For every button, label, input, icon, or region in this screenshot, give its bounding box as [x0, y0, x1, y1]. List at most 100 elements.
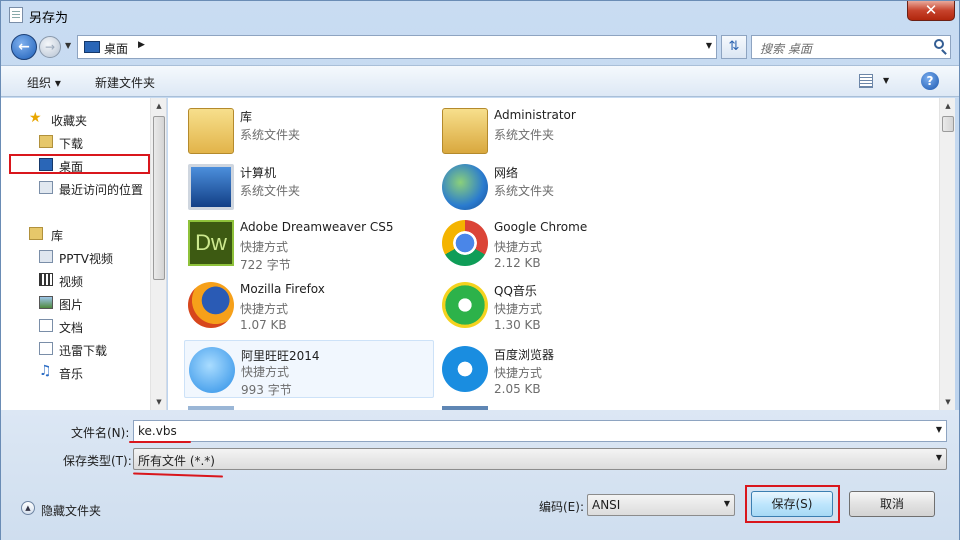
file-type: 系统文件夹 — [494, 184, 555, 198]
filetype-label: 保存类型(T): — [63, 454, 132, 468]
pptv-video-icon — [39, 250, 53, 263]
sidebar-item-pictures[interactable]: 图片 — [1, 292, 151, 314]
sidebar-item-downloads[interactable]: 下载 — [1, 131, 151, 153]
file-item-partial[interactable] — [438, 402, 688, 410]
file-type: 系统文件夹 — [494, 128, 555, 142]
recent-pages-dropdown[interactable]: ▼ — [65, 41, 71, 50]
file-name: Adobe Dreamweaver CS5 — [240, 220, 394, 234]
sidebar-item-documents[interactable]: 文档 — [1, 315, 151, 337]
file-name: 百度浏览器 — [494, 348, 555, 362]
back-button[interactable]: ← — [11, 34, 37, 60]
file-item-partial[interactable] — [184, 402, 434, 410]
address-location[interactable]: 桌面 — [104, 40, 128, 57]
file-name: Administrator — [494, 108, 576, 122]
sidebar-item-recent-places[interactable]: 最近访问的位置 — [1, 177, 151, 199]
sidebar-item-favorites[interactable]: ★ 收藏夹 — [1, 108, 151, 130]
user-folder-icon — [442, 108, 488, 154]
documents-library-icon — [39, 319, 53, 332]
file-item-baidu-browser[interactable]: 百度浏览器 快捷方式 2.05 KB — [438, 340, 688, 398]
chrome-icon — [442, 220, 488, 266]
file-name: 阿里旺旺2014 — [241, 349, 320, 363]
video-library-icon — [39, 273, 53, 286]
file-item-aliwangwang[interactable]: 阿里旺旺2014 快捷方式 993 字节 — [184, 340, 434, 398]
file-item-library[interactable]: 库 系统文件夹 — [184, 102, 434, 160]
filename-field[interactable]: ke.vbs ▼ — [133, 420, 947, 442]
chevron-down-icon[interactable]: ▼ — [724, 499, 730, 508]
file-name: Google Chrome — [494, 220, 588, 234]
encoding-select[interactable]: ANSI ▼ — [587, 494, 735, 516]
new-folder-button[interactable]: 新建文件夹 — [95, 74, 155, 91]
sidebar-item-libraries[interactable]: 库 — [1, 223, 151, 245]
file-item-computer[interactable]: 计算机 系统文件夹 — [184, 158, 434, 216]
pictures-library-icon — [39, 296, 53, 309]
chevron-right-icon[interactable]: ▶ — [138, 40, 145, 50]
file-list: 库 系统文件夹 Administrator 系统文件夹 计算机 系统文件夹 网络… — [168, 98, 939, 410]
notepad-icon — [9, 7, 23, 23]
sidebar-item-thunder-downloads[interactable]: 迅雷下载 — [1, 338, 151, 360]
sidebar-scrollbar[interactable]: ▲ ▼ — [150, 98, 166, 410]
baidu-browser-icon — [442, 346, 488, 392]
view-options-icon[interactable] — [859, 74, 873, 88]
file-item-firefox[interactable]: Mozilla Firefox 快捷方式 1.07 KB — [184, 276, 434, 334]
sidebar-item-label: 下载 — [59, 137, 84, 151]
file-item-administrator[interactable]: Administrator 系统文件夹 — [438, 102, 688, 160]
forward-button[interactable]: → — [39, 36, 61, 58]
save-button[interactable]: 保存(S) — [751, 491, 833, 517]
sidebar-item-label: 库 — [51, 229, 64, 243]
scroll-up-icon[interactable]: ▲ — [151, 98, 167, 114]
file-size: 1.07 KB — [240, 318, 287, 332]
address-bar[interactable]: 桌面 ▶ ▼ — [77, 35, 717, 59]
qq-music-icon — [442, 282, 488, 328]
cancel-button[interactable]: 取消 — [849, 491, 935, 517]
file-item-chrome[interactable]: Google Chrome 快捷方式 2.12 KB — [438, 214, 688, 272]
filetype-select[interactable]: 所有文件 (*.*) ▼ — [133, 448, 947, 470]
sidebar-item-pptv[interactable]: PPTV视频 — [1, 246, 151, 268]
file-size: 2.12 KB — [494, 256, 541, 270]
file-name: 网络 — [494, 166, 519, 180]
help-icon[interactable]: ? — [921, 72, 939, 90]
star-icon: ★ — [29, 110, 42, 126]
file-type: 快捷方式 — [241, 365, 290, 379]
music-library-icon: ♫ — [39, 363, 52, 379]
close-button[interactable]: ✕ — [907, 1, 955, 21]
filename-value[interactable]: ke.vbs — [138, 424, 177, 438]
file-item-dreamweaver[interactable]: Dw Adobe Dreamweaver CS5 快捷方式 722 字节 — [184, 214, 434, 272]
file-type: 快捷方式 — [494, 366, 543, 380]
chevron-down-icon[interactable]: ▼ — [883, 76, 889, 85]
organize-button[interactable]: 组织 ▾ — [27, 74, 61, 91]
address-dropdown-icon[interactable]: ▼ — [706, 41, 712, 50]
search-placeholder: 搜索 桌面 — [760, 42, 812, 56]
search-input[interactable]: 搜索 桌面 — [751, 35, 951, 59]
encoding-value[interactable]: ANSI — [592, 498, 620, 512]
file-list-scrollbar[interactable]: ▲ ▼ — [939, 98, 955, 410]
library-icon — [29, 227, 43, 240]
chevron-down-icon[interactable]: ▼ — [936, 425, 942, 434]
filetype-value[interactable]: 所有文件 (*.*) — [138, 452, 215, 469]
hide-folders-button[interactable]: 隐藏文件夹 — [41, 502, 101, 519]
search-icon[interactable] — [934, 39, 944, 49]
refresh-button[interactable]: ⇅ — [721, 35, 747, 59]
scroll-down-icon[interactable]: ▼ — [151, 394, 167, 410]
scroll-down-icon[interactable]: ▼ — [940, 394, 956, 410]
sidebar-scroll-thumb[interactable] — [153, 116, 165, 280]
sidebar-item-videos[interactable]: 视频 — [1, 269, 151, 291]
file-item-qq-music[interactable]: QQ音乐 快捷方式 1.30 KB — [438, 276, 688, 334]
file-item-network[interactable]: 网络 系统文件夹 — [438, 158, 688, 216]
collapse-up-icon[interactable]: ▲ — [21, 501, 35, 515]
sidebar-item-music[interactable]: ♫ 音乐 — [1, 361, 151, 383]
title-bar[interactable]: 另存为 ✕ — [1, 1, 959, 29]
save-form: 文件名(N): ke.vbs ▼ 保存类型(T): 所有文件 (*.*) ▼ ▲… — [1, 410, 959, 540]
file-size: 2.05 KB — [494, 382, 541, 396]
aliwangwang-icon — [189, 347, 235, 393]
command-toolbar: 组织 ▾ 新建文件夹 ▼ ? — [1, 65, 959, 97]
sidebar-item-label: 音乐 — [59, 367, 84, 381]
file-name: Mozilla Firefox — [240, 282, 325, 296]
file-type: 快捷方式 — [240, 240, 289, 254]
scroll-up-icon[interactable]: ▲ — [940, 98, 956, 114]
file-name: 计算机 — [240, 166, 277, 180]
thunder-download-icon — [39, 342, 53, 355]
file-list-scroll-thumb[interactable] — [942, 116, 954, 132]
chevron-down-icon[interactable]: ▼ — [936, 453, 942, 462]
recent-places-icon — [39, 181, 53, 194]
desktop-highlight-box — [9, 154, 150, 174]
